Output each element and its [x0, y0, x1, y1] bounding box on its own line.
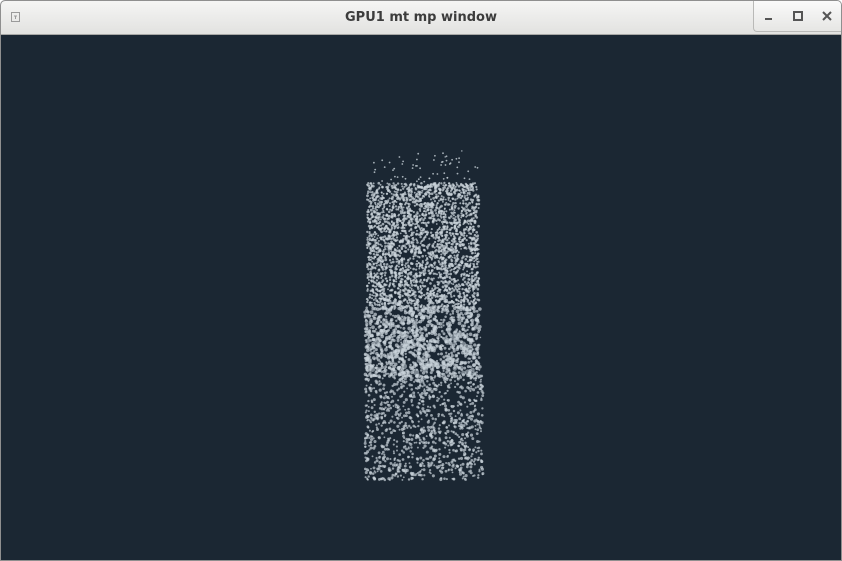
- maximize-icon: [792, 11, 803, 21]
- close-icon: [821, 11, 832, 21]
- window-controls: [753, 1, 841, 32]
- minimize-button[interactable]: [754, 1, 783, 31]
- title-bar[interactable]: GPU1 mt mp window: [1, 1, 841, 35]
- close-button[interactable]: [812, 1, 841, 31]
- render-canvas-area[interactable]: [1, 35, 841, 560]
- window-title: GPU1 mt mp window: [345, 10, 497, 25]
- minimize-icon: [764, 18, 772, 20]
- particle-cloud: [363, 150, 485, 482]
- app-window: GPU1 mt mp window: [0, 0, 842, 561]
- particle-simulation: [363, 150, 485, 482]
- maximize-button[interactable]: [783, 1, 812, 31]
